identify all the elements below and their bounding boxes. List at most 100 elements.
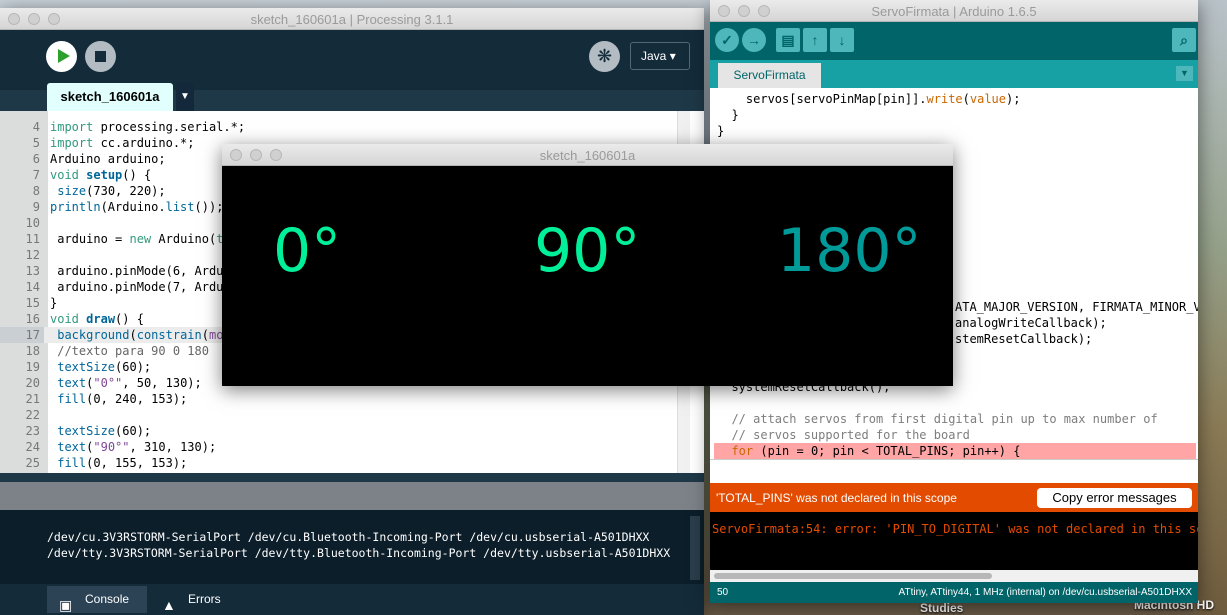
line-number: 8 — [32, 184, 40, 198]
line-number: 21 — [25, 392, 40, 406]
new-button[interactable]: ▤ — [776, 28, 800, 52]
stop-button[interactable] — [85, 41, 116, 72]
code-text: } — [50, 296, 58, 310]
code-line: 23 textSize(60); — [0, 423, 676, 439]
magnifier-icon: ⌕ — [1180, 32, 1188, 48]
line-number: 11 — [25, 232, 40, 246]
arrow-up-icon: ↑ — [811, 32, 819, 48]
code-text: Arduino arduino; — [50, 152, 166, 166]
save-button[interactable]: ↓ — [830, 28, 854, 52]
line-number: 23 — [25, 424, 40, 438]
copy-error-messages-button[interactable]: Copy error messages — [1037, 488, 1192, 508]
console-divider[interactable] — [0, 482, 704, 510]
line-number: 17 — [0, 327, 44, 343]
line-number: 14 — [25, 280, 40, 294]
code-text: void draw() { — [50, 312, 144, 326]
tab-console-label: Console — [85, 592, 130, 606]
serial-monitor-button[interactable]: ⌕ — [1172, 28, 1196, 52]
arduino-window-title: ServoFirmata | Arduino 1.6.5 — [871, 4, 1037, 19]
code-line: 21 fill(0, 240, 153); — [0, 391, 676, 407]
code-line: 4 import processing.serial.*; — [0, 119, 676, 135]
tab-errors-label: Errors — [188, 592, 221, 606]
console-icon: ▣ — [59, 597, 73, 613]
console-line: /dev/tty.3V3RSTORM-SerialPort /dev/tty.B… — [47, 546, 671, 560]
desktop-item-studies[interactable]: Studies — [920, 601, 963, 615]
degree-label-90: 90° — [534, 216, 641, 286]
code-line: servos[servoPinMap[pin]].write(value); — [717, 92, 1021, 106]
line-number: 4 — [32, 120, 40, 134]
line-number: 24 — [25, 440, 40, 454]
code-text: fill(0, 240, 153); — [57, 392, 188, 406]
console-horizontal-scrollbar[interactable] — [710, 570, 1198, 582]
line-number: 15 — [25, 296, 40, 310]
tab-console[interactable]: ▣ Console — [47, 586, 147, 613]
code-text: void setup() { — [50, 168, 152, 182]
arduino-titlebar[interactable]: ServoFirmata | Arduino 1.6.5 — [710, 0, 1198, 22]
board-info: ATtiny, ATtiny44, 1 MHz (internal) on /d… — [898, 587, 1192, 598]
sketch-window-title: sketch_160601a — [539, 148, 636, 163]
upload-button[interactable]: → — [742, 28, 766, 52]
sketch-output-window: sketch_160601a 0° 90° 180° — [222, 144, 953, 386]
sketch-titlebar[interactable]: sketch_160601a — [222, 144, 953, 166]
code-text: textSize(60); — [57, 360, 152, 374]
code-line: } — [717, 108, 739, 122]
editor-splitter[interactable] — [710, 459, 1198, 483]
verify-button[interactable]: ✓ — [715, 28, 739, 52]
code-text: text("0°", 50, 130); — [57, 376, 202, 390]
code-line: for (pin = 0; pin < TOTAL_PINS; pin++) { — [731, 444, 1021, 458]
error-message: 'TOTAL_PINS' was not declared in this sc… — [716, 491, 957, 505]
chevron-down-icon: ▾ — [669, 49, 676, 63]
debug-button[interactable]: ❋ — [589, 41, 620, 72]
console-scrollbar[interactable] — [690, 516, 700, 580]
arduino-footer: 50 ATtiny, ATtiny44, 1 MHz (internal) on… — [710, 582, 1198, 603]
code-line: // servos supported for the board — [731, 428, 970, 442]
warning-icon: ▲ — [162, 597, 176, 613]
degree-label-0: 0° — [273, 216, 342, 286]
code-text: text("90°", 310, 130); — [57, 440, 217, 454]
console-line: /dev/cu.3V3RSTORM-SerialPort /dev/cu.Blu… — [47, 530, 650, 544]
tab-errors[interactable]: ▲ Errors — [150, 586, 250, 613]
code-text: arduino.pinMode(6, Ardu — [50, 264, 224, 278]
check-icon: ✓ — [721, 32, 733, 48]
console-tabs: ▣ Console ▲ Errors — [0, 584, 704, 615]
degree-label-180: 180° — [777, 216, 922, 286]
code-text: arduino = new Arduino(t — [50, 232, 224, 246]
processing-window-title: sketch_160601a | Processing 3.1.1 — [250, 12, 454, 27]
tab-sketch[interactable]: sketch_160601a — [47, 83, 173, 111]
code-line: } — [717, 124, 725, 138]
code-text: arduino.pinMode(7, Ardu — [50, 280, 224, 294]
tab-menu-button[interactable]: ▼ — [1176, 66, 1193, 81]
code-text: fill(0, 155, 153); — [57, 456, 188, 470]
console-output: /dev/cu.3V3RSTORM-SerialPort /dev/cu.Blu… — [0, 510, 704, 584]
line-number: 19 — [25, 360, 40, 374]
code-line: stemResetCallback); — [955, 332, 1093, 346]
line-number: 18 — [25, 344, 40, 358]
line-number: 10 — [25, 216, 40, 230]
line-number: 6 — [32, 152, 40, 166]
chevron-down-icon: ▼ — [180, 91, 190, 102]
butterfly-icon: ❋ — [596, 46, 613, 66]
run-button[interactable] — [46, 41, 77, 72]
code-text: background(constrain(mo — [57, 328, 224, 342]
line-number: 16 — [25, 312, 40, 326]
line-number: 12 — [25, 248, 40, 262]
tab-servofirmata[interactable]: ServoFirmata — [718, 63, 821, 88]
code-line: ATA_MAJOR_VERSION, FIRMATA_MINOR_VER — [955, 300, 1198, 314]
code-line: 22 — [0, 407, 676, 423]
tab-menu-button[interactable]: ▼ — [176, 83, 194, 111]
arduino-toolbar: ✓ → ▤ ↑ ↓ ⌕ — [710, 22, 1198, 60]
console-line: ServoFirmata:54: error: 'PIN_TO_DIGITAL'… — [712, 522, 1198, 536]
desktop-edge — [1197, 0, 1227, 615]
line-number: 50 — [717, 587, 729, 598]
line-number: 22 — [25, 408, 40, 422]
scroll-thumb[interactable] — [714, 573, 992, 579]
mode-select[interactable]: Java ▾ — [630, 42, 690, 70]
line-number: 9 — [32, 200, 40, 214]
processing-titlebar[interactable]: sketch_160601a | Processing 3.1.1 — [0, 8, 704, 30]
code-text: textSize(60); — [57, 424, 152, 438]
open-button[interactable]: ↑ — [803, 28, 827, 52]
mode-label: Java — [641, 49, 667, 63]
code-text: import processing.serial.*; — [50, 120, 246, 134]
chevron-down-icon: ▼ — [1180, 68, 1189, 78]
